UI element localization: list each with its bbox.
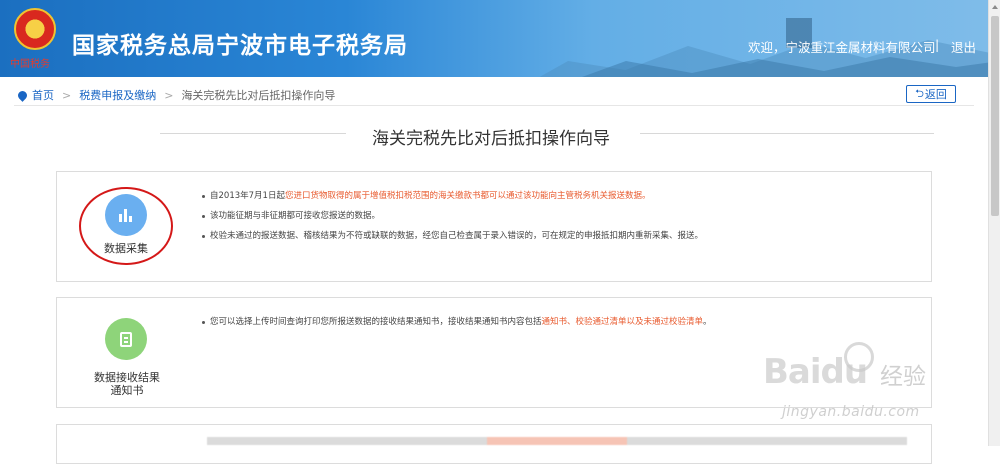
baidu-paw-icon (844, 342, 874, 372)
tax-emblem-icon (14, 8, 56, 50)
return-arrow-icon: ⮌ (915, 86, 924, 100)
list-item: 该功能征期与非征期都可接收您报送的数据。 (202, 206, 922, 226)
divider (14, 105, 974, 106)
scroll-up-arrow-icon[interactable] (989, 0, 1000, 14)
list-item: 您可以选择上传时间查询打印您所报送数据的接收结果通知书，接收结果通知书内容包括通… (202, 312, 922, 332)
page-title: 海关完税先比对后抵扣操作向导 (372, 129, 610, 149)
document-icon (120, 331, 132, 347)
guide-card-data-collection: 数据采集 自2013年7月1日起您进口货物取得的属于增值税扣税范围的海关缴款书都… (56, 171, 932, 282)
card-bullets: 自2013年7月1日起您进口货物取得的属于增值税扣税范围的海关缴款书都可以通过该… (202, 186, 922, 246)
breadcrumb-separator: > (164, 88, 174, 102)
list-item: 自2013年7月1日起您进口货物取得的属于增值税扣税范围的海关缴款书都可以通过该… (202, 186, 922, 206)
site-header: 中国税务 国家税务总局宁波市电子税务局 欢迎，宁波重江金属材料有限公司 | 退出 (0, 0, 988, 77)
title-line-right (640, 133, 934, 134)
breadcrumb-separator: > (62, 88, 72, 102)
scroll-thumb[interactable] (991, 16, 999, 216)
guide-card-partial (56, 424, 932, 464)
breadcrumb-tax-filing[interactable]: 税费申报及缴纳 (79, 87, 156, 103)
list-item: 校验未通过的报送数据、稽核结果为不符或缺联的数据，经您自己检查属于录入错误的，可… (202, 226, 922, 246)
back-button-label: 返回 (924, 88, 947, 101)
header-separator: | (935, 37, 940, 52)
title-line-left (160, 133, 346, 134)
logout-link[interactable]: 退出 (951, 37, 976, 56)
breadcrumb-current: 海关完税先比对后抵扣操作向导 (181, 89, 336, 102)
breadcrumb: 首页 > 税费申报及缴纳 > 海关完税先比对后抵扣操作向导 (16, 87, 336, 103)
emblem-caption: 中国税务 (10, 59, 50, 70)
site-title: 国家税务总局宁波市电子税务局 (72, 33, 408, 59)
location-pin-icon (16, 88, 29, 102)
receipt-notice-button[interactable] (105, 318, 147, 360)
blurred-text-row (207, 437, 907, 445)
receipt-notice-label[interactable]: 数据接收结果 通知书 (87, 371, 167, 397)
breadcrumb-home[interactable]: 首页 (32, 87, 54, 103)
back-button[interactable]: ⮌ 返回 (906, 85, 956, 103)
watermark-text: 经验 (880, 364, 926, 390)
watermark-url: jingyan.baidu.com (782, 404, 920, 420)
welcome-text: 欢迎，宁波重江金属材料有限公司 (748, 40, 936, 55)
red-annotation-ellipse (79, 187, 173, 265)
vertical-scrollbar[interactable] (988, 0, 1000, 446)
card-bullets: 您可以选择上传时间查询打印您所报送数据的接收结果通知书，接收结果通知书内容包括通… (202, 312, 922, 332)
